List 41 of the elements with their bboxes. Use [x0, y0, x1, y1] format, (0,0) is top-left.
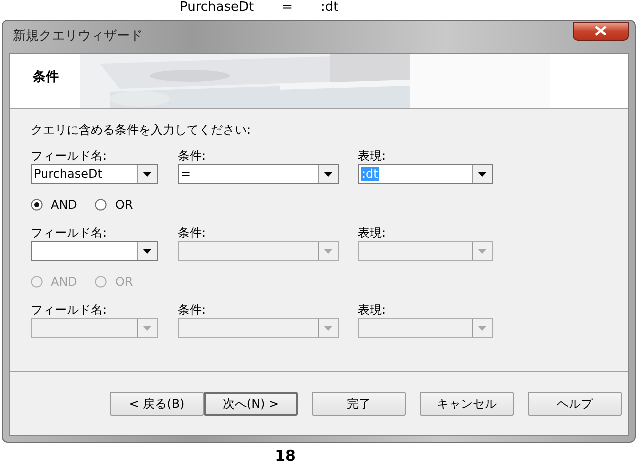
field-label: 表現: [358, 149, 386, 163]
radio-button[interactable]: AND [31, 196, 78, 214]
field-label: フィールド名: [31, 226, 108, 240]
field-label: 表現: [358, 226, 386, 240]
caret-icon [478, 326, 487, 330]
caret-icon [143, 248, 152, 254]
wizard-button[interactable]: キャンセル [420, 392, 514, 416]
radio-icon [95, 276, 108, 288]
caret-icon [478, 172, 487, 176]
radio-button[interactable]: OR [95, 196, 134, 214]
caret-icon [143, 326, 152, 330]
radio-icon [31, 199, 43, 211]
dropdown-field[interactable]: = [178, 164, 339, 184]
document-text: = [282, 0, 294, 16]
figure-caption: 18 [275, 447, 296, 464]
field-label: 表現: [358, 303, 386, 317]
field-label: 条件: [178, 226, 208, 240]
field-label: 条件: [178, 149, 208, 163]
radio-icon [31, 276, 43, 288]
window-title: 新規クエリウィザード [12, 28, 143, 46]
caret-icon [324, 326, 333, 330]
document-text: :dt [321, 0, 339, 16]
caret-icon [143, 172, 152, 176]
wizard-button[interactable]: < 戻る(B) [110, 392, 204, 416]
dropdown-field[interactable] [31, 241, 158, 261]
field-label: 条件: [178, 303, 208, 317]
close-button[interactable] [573, 22, 629, 40]
document-text: PurchaseDt [180, 0, 254, 16]
field-label: フィールド名: [31, 149, 108, 163]
radio-icon [95, 199, 108, 211]
field-label: フィールド名: [31, 303, 108, 317]
dropdown-field[interactable]: PurchaseDt [31, 164, 158, 184]
wizard-button[interactable]: 完了 [312, 392, 406, 416]
caret-icon [478, 248, 487, 254]
header-title: 条件 [33, 69, 59, 87]
wizard-button[interactable]: 次へ(N) > [204, 392, 298, 416]
caret-icon [324, 248, 333, 254]
instruction-text: クエリに含める条件を入力してください: [31, 123, 252, 137]
caret-icon [324, 172, 333, 176]
wizard-button[interactable]: ヘルプ [528, 392, 622, 416]
close-icon [595, 26, 607, 36]
